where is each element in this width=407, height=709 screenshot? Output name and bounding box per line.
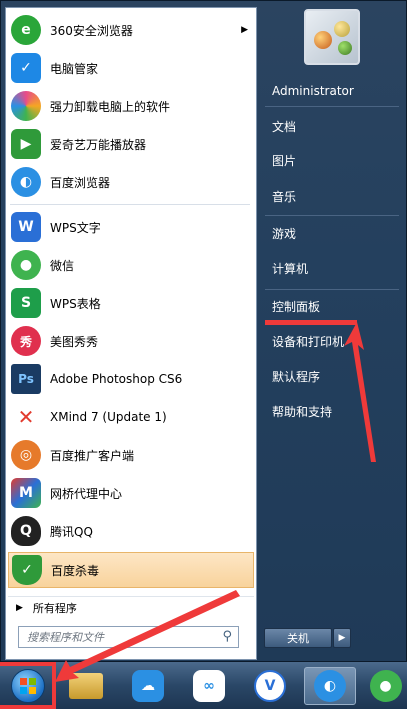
program-baidu-browser[interactable]: ◐ 百度浏览器 xyxy=(8,164,254,200)
program-label: WPS表格 xyxy=(50,296,101,311)
taskbar-baidu-browser[interactable]: ◐ xyxy=(304,667,356,705)
right-item-music[interactable]: 音乐 xyxy=(272,187,296,207)
baidu-browser-taskbar-icon: ◐ xyxy=(314,670,346,702)
program-bridge-proxy[interactable]: M 网桥代理中心 xyxy=(8,475,254,511)
program-iqiyi-player[interactable]: ▶ 爱奇艺万能播放器 xyxy=(8,126,254,162)
taskbar-explorer[interactable] xyxy=(60,667,112,705)
program-label: 网桥代理中心 xyxy=(50,486,123,501)
taskbar: ☁ ∞ V ◐ ● xyxy=(0,662,407,709)
program-wps-spreadsheet[interactable]: S WPS表格 xyxy=(8,285,254,321)
program-wps-writer[interactable]: W WPS文字 xyxy=(8,209,254,245)
program-label: 电脑管家 xyxy=(50,61,99,76)
program-qq[interactable]: Q 腾讯QQ xyxy=(8,513,254,549)
triangle-right-icon: ▶ xyxy=(16,603,23,613)
program-label: 爱奇艺万能播放器 xyxy=(50,137,147,152)
program-label: 强力卸载电脑上的软件 xyxy=(50,99,171,114)
start-menu: e 360安全浏览器 ▶ ✓ 电脑管家 强力卸载电脑上的软件 ▶ 爱奇艺万能播放… xyxy=(0,0,407,662)
wechat-icon: ● xyxy=(11,250,41,280)
annotation-underline xyxy=(265,320,357,325)
wps-writer-icon: W xyxy=(11,212,41,242)
annotation-box-top xyxy=(0,662,56,666)
program-label: 美图秀秀 xyxy=(50,334,99,349)
program-wechat[interactable]: ● 微信 xyxy=(8,247,254,283)
bridge-proxy-icon: M xyxy=(11,478,41,508)
uninstaller-icon xyxy=(11,91,41,121)
annotation-box-right xyxy=(52,662,56,709)
windows-start-icon xyxy=(11,669,45,703)
pc-manager-icon: ✓ xyxy=(11,53,41,83)
user-name-link[interactable]: Administrator xyxy=(272,81,354,101)
qq-icon: Q xyxy=(11,516,41,546)
all-programs-button[interactable]: ▶ 所有程序 xyxy=(8,596,254,619)
program-list: e 360安全浏览器 ▶ ✓ 电脑管家 强力卸载电脑上的软件 ▶ 爱奇艺万能播放… xyxy=(6,8,256,588)
right-item-games[interactable]: 游戏 xyxy=(272,224,296,244)
wps-spreadsheet-icon: S xyxy=(11,288,41,318)
right-item-pictures[interactable]: 图片 xyxy=(272,151,296,171)
program-360-browser[interactable]: e 360安全浏览器 ▶ xyxy=(8,12,254,48)
360-browser-icon: e xyxy=(11,15,41,45)
annotation-box-bottom xyxy=(0,705,56,709)
baidu-netdisk-icon: ∞ xyxy=(193,670,225,702)
iqiyi-player-icon: ▶ xyxy=(11,129,41,159)
right-item-documents[interactable]: 文档 xyxy=(272,117,296,137)
program-label: 百度浏览器 xyxy=(50,175,111,190)
program-baidu-promotion[interactable]: ◎ 百度推广客户端 xyxy=(8,437,254,473)
program-baidu-antivirus[interactable]: ✓ 百度杀毒 xyxy=(8,552,254,588)
program-label: Adobe Photoshop CS6 xyxy=(50,372,183,386)
program-photoshop[interactable]: Ps Adobe Photoshop CS6 xyxy=(8,361,254,397)
xmind-icon: ✕ xyxy=(11,402,41,432)
shutdown-button[interactable]: 关机 xyxy=(264,628,332,648)
taskbar-baidu-cloud[interactable]: ☁ xyxy=(122,667,174,705)
program-label: 百度推广客户端 xyxy=(50,448,135,463)
right-item-default-programs[interactable]: 默认程序 xyxy=(272,367,320,387)
baidu-cloud-icon: ☁ xyxy=(132,670,164,702)
divider xyxy=(265,106,399,107)
program-label: WPS文字 xyxy=(50,220,101,235)
file-explorer-icon xyxy=(69,673,103,699)
search-icon: ⚲ xyxy=(222,629,232,644)
programs-pane: e 360安全浏览器 ▶ ✓ 电脑管家 强力卸载电脑上的软件 ▶ 爱奇艺万能播放… xyxy=(5,7,257,660)
photoshop-icon: Ps xyxy=(11,364,41,394)
program-label: 微信 xyxy=(50,258,75,273)
taskbar-baidu-netdisk[interactable]: ∞ xyxy=(183,667,235,705)
program-pc-manager[interactable]: ✓ 电脑管家 xyxy=(8,50,254,86)
search-input[interactable]: 搜索程序和文件 ⚲ xyxy=(18,626,239,648)
baidu-antivirus-icon: ✓ xyxy=(12,555,42,585)
taskbar-wechat[interactable]: ● xyxy=(364,667,407,705)
right-item-computer[interactable]: 计算机 xyxy=(272,259,308,279)
wechat-taskbar-icon: ● xyxy=(369,670,402,702)
divider xyxy=(10,204,250,205)
program-label: 腾讯QQ xyxy=(50,524,93,539)
meitu-icon: 秀 xyxy=(11,326,41,356)
search-placeholder: 搜索程序和文件 xyxy=(27,631,104,644)
shutdown-options-button[interactable]: ▶ xyxy=(333,628,351,648)
user-avatar[interactable] xyxy=(304,9,360,65)
baidu-promotion-icon: ◎ xyxy=(11,440,41,470)
program-meitu[interactable]: 秀 美图秀秀 xyxy=(8,323,254,359)
program-uninstaller[interactable]: 强力卸载电脑上的软件 xyxy=(8,88,254,124)
taskbar-v-app[interactable]: V xyxy=(244,667,296,705)
divider xyxy=(265,289,399,290)
program-label: 360安全浏览器 xyxy=(50,23,133,38)
right-item-devices-printers[interactable]: 设备和打印机 xyxy=(272,332,344,352)
program-label: 百度杀毒 xyxy=(51,563,100,578)
program-xmind[interactable]: ✕ XMind 7 (Update 1) xyxy=(8,399,254,435)
right-item-control-panel[interactable]: 控制面板 xyxy=(272,297,320,317)
right-item-help-support[interactable]: 帮助和支持 xyxy=(272,402,332,422)
program-label: XMind 7 (Update 1) xyxy=(50,410,167,424)
divider xyxy=(265,215,399,216)
start-button[interactable] xyxy=(4,667,52,705)
baidu-browser-icon: ◐ xyxy=(11,167,41,197)
v-app-icon: V xyxy=(254,670,286,702)
all-programs-label: 所有程序 xyxy=(32,602,77,615)
submenu-arrow-icon: ▶ xyxy=(241,25,248,35)
